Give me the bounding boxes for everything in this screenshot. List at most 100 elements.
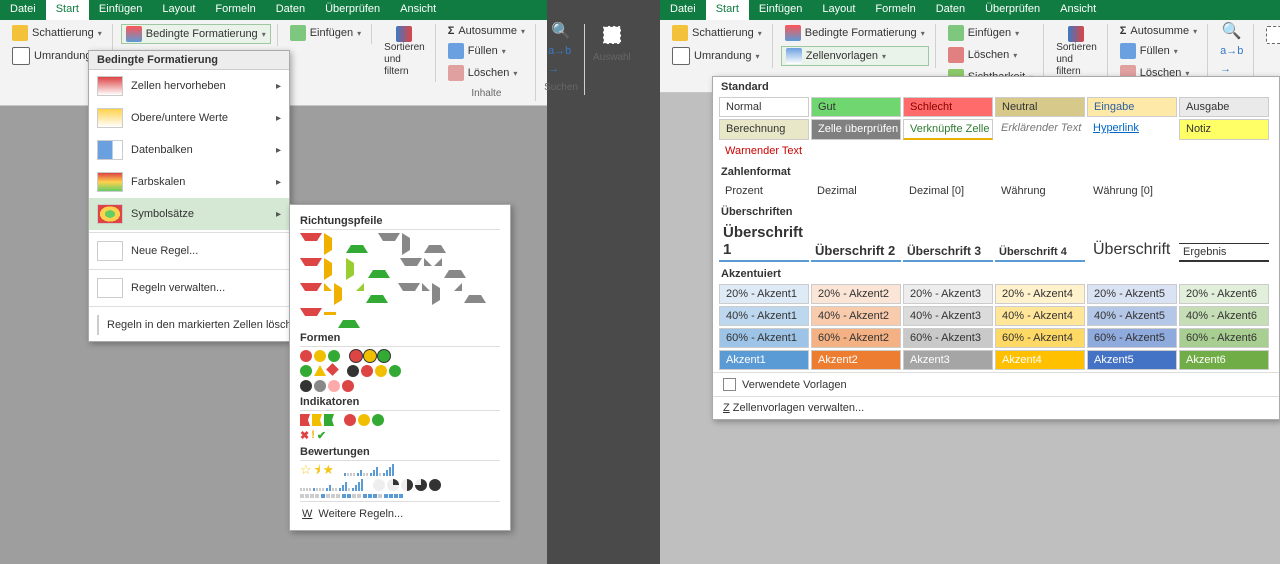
menu-datei[interactable]: Datei <box>0 0 46 20</box>
iconset-3arrows-color[interactable] <box>300 233 368 255</box>
style-bad[interactable]: Schlecht <box>903 97 993 117</box>
menu-einfuegen[interactable]: Einfügen <box>89 0 152 20</box>
style-accent-1-5[interactable]: 20% - Akzent5 <box>1087 284 1177 304</box>
fill-button[interactable]: Füllen▾ <box>444 42 529 60</box>
style-h1[interactable]: Überschrift 1 <box>719 222 809 262</box>
iconset-3triangles[interactable] <box>300 308 360 328</box>
menu-new-rule[interactable]: Neue Regel... <box>89 235 289 267</box>
search-button[interactable]: 🔍 <box>1216 24 1247 40</box>
style-currency0[interactable]: Währung [0] <box>1087 182 1177 200</box>
menu-start[interactable]: Start <box>706 0 749 20</box>
replace-button[interactable]: a→b <box>544 44 578 58</box>
style-h3[interactable]: Überschrift 3 <box>903 242 993 262</box>
sort-filter-button[interactable]: Sortierenund filtern <box>1052 24 1101 80</box>
style-note[interactable]: Notiz <box>1179 119 1269 140</box>
iconset-4arrows-gray[interactable] <box>400 258 466 280</box>
menu-color-scales[interactable]: Farbskalen▸ <box>89 166 289 198</box>
style-accent-2-6[interactable]: 40% - Akzent6 <box>1179 306 1269 326</box>
autosum-button[interactable]: ΣAutosumme▾ <box>1116 24 1201 38</box>
shading-button[interactable]: Schattierung▾ <box>668 24 766 42</box>
menu-daten[interactable]: Daten <box>266 0 315 20</box>
shading-button[interactable]: Schattierung▾ <box>8 24 106 42</box>
style-accent-1-1[interactable]: 20% - Akzent1 <box>719 284 809 304</box>
menu-top-bottom[interactable]: Obere/untere Werte▸ <box>89 102 289 134</box>
style-calc[interactable]: Berechnung <box>719 119 809 140</box>
menu-data-bars[interactable]: Datenbalken▸ <box>89 134 289 166</box>
iconset-4arrows-color[interactable] <box>300 258 390 280</box>
style-accent-1-2[interactable]: 20% - Akzent2 <box>811 284 901 304</box>
style-output[interactable]: Ausgabe <box>1179 97 1269 117</box>
iconset-3arrows-gray[interactable] <box>378 233 446 255</box>
delete-button[interactable]: Löschen▾ <box>944 46 1038 64</box>
style-accent-4-4[interactable]: Akzent4 <box>995 350 1085 370</box>
goto-button[interactable]: → <box>544 62 578 76</box>
style-warning[interactable]: Warnender Text <box>719 142 809 160</box>
menu-clear-rules[interactable]: Regeln in den markierten Zellen löschen <box>89 309 289 341</box>
iconset-3trafficlights-rim[interactable] <box>350 350 390 362</box>
cond-format-button[interactable]: Bedingte Formatierung▾ <box>781 24 929 42</box>
menu-layout[interactable]: Layout <box>812 0 865 20</box>
style-accent-4-3[interactable]: Akzent3 <box>903 350 993 370</box>
iconset-3stars[interactable]: ☆⯨★ <box>300 464 334 476</box>
style-percent[interactable]: Prozent <box>719 182 809 200</box>
iconset-5boxes[interactable] <box>300 494 403 498</box>
style-accent-3-6[interactable]: 60% - Akzent6 <box>1179 328 1269 348</box>
menu-ueberpruefen[interactable]: Überprüfen <box>315 0 390 20</box>
style-decimal0[interactable]: Dezimal [0] <box>903 182 993 200</box>
iconset-4trafficlights[interactable] <box>347 365 401 377</box>
style-h2[interactable]: Überschrift 2 <box>811 241 901 262</box>
style-accent-2-4[interactable]: 40% - Akzent4 <box>995 306 1085 326</box>
iconset-5quarters[interactable] <box>373 479 441 491</box>
iconset-5arrows-gray[interactable] <box>398 283 486 305</box>
style-accent-3-4[interactable]: 60% - Akzent4 <box>995 328 1085 348</box>
menu-ansicht[interactable]: Ansicht <box>1050 0 1106 20</box>
style-normal[interactable]: Normal <box>719 97 809 117</box>
style-accent-4-1[interactable]: Akzent1 <box>719 350 809 370</box>
menu-highlight-cells[interactable]: Zellen hervorheben▸ <box>89 70 289 102</box>
menu-formeln[interactable]: Formeln <box>205 0 265 20</box>
iconset-4bars[interactable] <box>344 464 394 476</box>
iconset-3symbols[interactable]: ✖!✔ <box>300 429 326 442</box>
style-accent-1-6[interactable]: 20% - Akzent6 <box>1179 284 1269 304</box>
menu-icon-sets[interactable]: Symbolsätze▸ <box>89 198 289 230</box>
style-accent-2-1[interactable]: 40% - Akzent1 <box>719 306 809 326</box>
menu-ueberpruefen[interactable]: Überprüfen <box>975 0 1050 20</box>
cond-format-button[interactable]: Bedingte Formatierung▾ <box>121 24 271 44</box>
style-accent-2-3[interactable]: 40% - Akzent3 <box>903 306 993 326</box>
iconset-3trafficlights[interactable] <box>300 350 340 362</box>
iconset-5arrows-color[interactable] <box>300 283 388 305</box>
style-accent-4-5[interactable]: Akzent5 <box>1087 350 1177 370</box>
menu-datei[interactable]: Datei <box>660 0 706 20</box>
style-good[interactable]: Gut <box>811 97 901 117</box>
cell-styles-button[interactable]: Zellenvorlagen▾ <box>781 46 929 66</box>
insert-button[interactable]: Einfügen▾ <box>286 24 365 42</box>
menu-einfuegen[interactable]: Einfügen <box>749 0 812 20</box>
menu-manage-rules[interactable]: Regeln verwalten... <box>89 272 289 304</box>
manage-styles-row[interactable]: ZZellenvorlagen verwalten... <box>713 396 1279 419</box>
style-hyperlink[interactable]: Hyperlink <box>1087 119 1177 140</box>
style-accent-3-5[interactable]: 60% - Akzent5 <box>1087 328 1177 348</box>
iconset-3symbols-circ[interactable] <box>344 414 384 426</box>
select-button[interactable] <box>593 24 631 46</box>
menu-formeln[interactable]: Formeln <box>865 0 925 20</box>
style-accent-1-4[interactable]: 20% - Akzent4 <box>995 284 1085 304</box>
border-button[interactable]: Umrandung▾ <box>668 46 766 66</box>
style-accent-2-2[interactable]: 40% - Akzent2 <box>811 306 901 326</box>
menu-ansicht[interactable]: Ansicht <box>390 0 446 20</box>
clear-button[interactable]: Löschen▾ <box>444 64 529 82</box>
iconset-3flags[interactable] <box>300 414 334 426</box>
search-button[interactable]: 🔍 <box>544 24 578 40</box>
style-currency[interactable]: Währung <box>995 182 1085 200</box>
iconset-3signs[interactable] <box>300 365 337 377</box>
autosum-button[interactable]: ΣAutosumme▾ <box>444 24 529 38</box>
menu-layout[interactable]: Layout <box>152 0 205 20</box>
checkbox-icon[interactable] <box>723 378 736 391</box>
sort-filter-button[interactable]: Sortierenund filtern <box>380 24 429 80</box>
more-rules[interactable]: WWeitere Regeln... <box>300 504 500 524</box>
style-linkedcell[interactable]: Verknüpfte Zelle <box>903 119 993 140</box>
select-button[interactable] <box>1262 24 1280 46</box>
style-decimal[interactable]: Dezimal <box>811 182 901 200</box>
style-title[interactable]: Überschrift <box>1087 238 1177 262</box>
style-accent-3-2[interactable]: 60% - Akzent2 <box>811 328 901 348</box>
style-h4[interactable]: Überschrift 4 <box>995 244 1085 262</box>
